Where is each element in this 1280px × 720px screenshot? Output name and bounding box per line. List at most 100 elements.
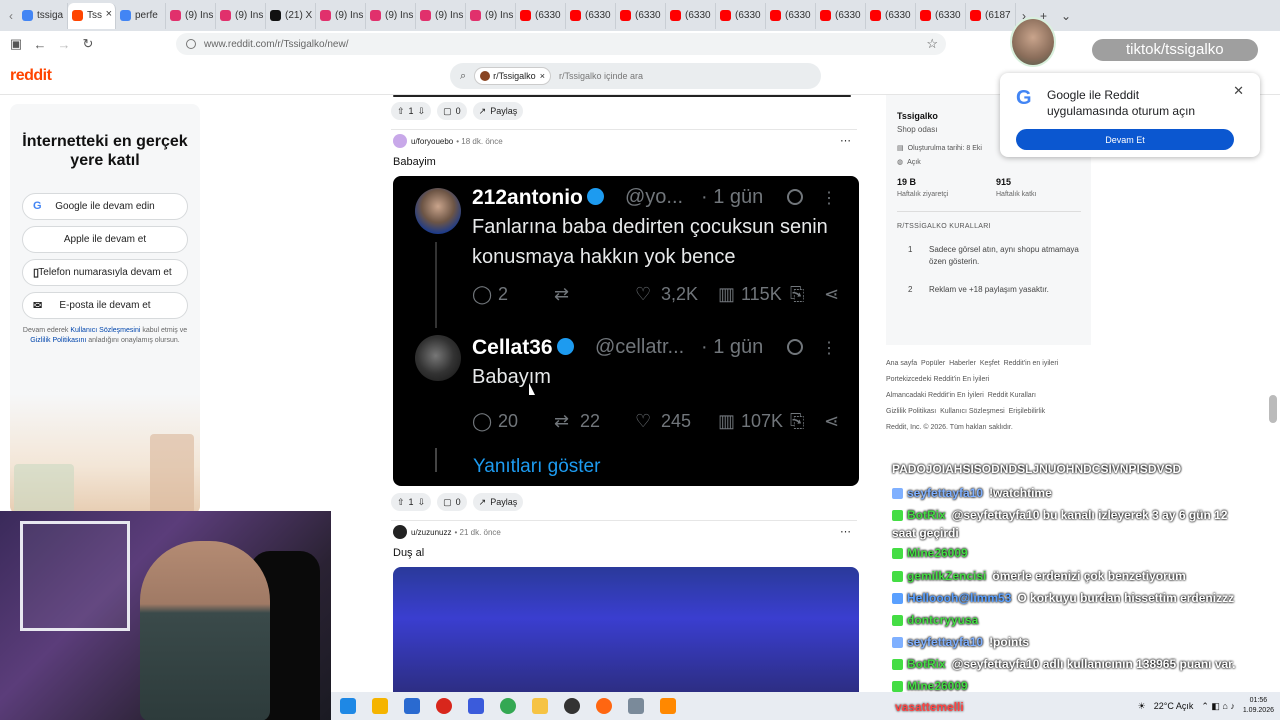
forward-icon[interactable]: → bbox=[52, 37, 76, 52]
browser-tab[interactable]: (9) Ins bbox=[366, 2, 416, 29]
app-icon[interactable] bbox=[468, 698, 484, 714]
weather-text[interactable]: 22°C Açık bbox=[1154, 701, 1194, 711]
post-title[interactable]: Duş al bbox=[393, 547, 424, 559]
footer-link[interactable]: Erişilebilirlik bbox=[1009, 408, 1046, 415]
tab-favicon-icon bbox=[72, 10, 83, 21]
footer-link[interactable]: Reddit'in en iyileri bbox=[1004, 360, 1059, 367]
browser-tab[interactable]: (9) Ins bbox=[466, 2, 516, 29]
site-info-icon[interactable] bbox=[186, 39, 196, 49]
footer-link[interactable]: Keşfet bbox=[980, 360, 1000, 367]
post-author[interactable]: u/foryouebo bbox=[411, 137, 453, 146]
search-input[interactable]: ⌕ r/Tssigalko × r/Tssigalko içinde ara bbox=[450, 63, 821, 89]
author-avatar[interactable] bbox=[393, 525, 407, 539]
tab-search-icon[interactable]: ⌄ bbox=[1061, 9, 1071, 23]
post-title[interactable]: Babayim bbox=[393, 156, 436, 168]
post-overflow-icon[interactable]: ⋯ bbox=[840, 525, 851, 538]
browser-tab[interactable]: (6330 bbox=[716, 2, 766, 29]
footer-link[interactable]: Almancadaki Reddit'in En İyileri bbox=[886, 392, 984, 399]
author-avatar[interactable] bbox=[393, 134, 407, 148]
share-button[interactable]: ↗ Paylaş bbox=[472, 493, 524, 511]
mail-app-icon[interactable] bbox=[404, 698, 420, 714]
folder-icon[interactable] bbox=[532, 698, 548, 714]
vlc-icon[interactable] bbox=[660, 698, 676, 714]
footer-link[interactable]: Gizlilik Politikası bbox=[886, 408, 936, 415]
reddit-logo[interactable]: reddit bbox=[10, 67, 52, 85]
email-login-button[interactable]: ✉ E-posta ile devam et bbox=[22, 292, 188, 319]
obs-icon[interactable] bbox=[564, 698, 580, 714]
firefox-icon[interactable] bbox=[596, 698, 612, 714]
footer-link[interactable]: Haberler bbox=[949, 360, 976, 367]
google-continue-button[interactable]: Devam Et bbox=[1016, 129, 1234, 150]
tab-favicon-icon bbox=[470, 10, 481, 21]
page-scrollbar-thumb[interactable] bbox=[1269, 395, 1277, 423]
browser-tab[interactable]: (6330 bbox=[566, 2, 616, 29]
browser-tab[interactable]: (6330 bbox=[816, 2, 866, 29]
browser-tab[interactable]: (6330 bbox=[916, 2, 966, 29]
upvote-icon[interactable]: ⇧ bbox=[397, 106, 405, 117]
share-icon: ⋖ bbox=[824, 411, 840, 431]
chat-username: BotRix bbox=[907, 657, 946, 671]
store-icon[interactable] bbox=[372, 698, 388, 714]
comments-button[interactable]: ▢ 0 bbox=[437, 493, 467, 511]
rule-item[interactable]: 1 Sadece görsel atın, aynı shopu atmamay… bbox=[897, 244, 1091, 270]
user-agreement-link[interactable]: Kullanıcı Sözleşmesini bbox=[70, 327, 140, 334]
browser-tab[interactable]: (6330 bbox=[616, 2, 666, 29]
post-time: • 18 dk. önce bbox=[456, 136, 503, 146]
webcam-overlay bbox=[0, 511, 331, 720]
footer-link[interactable]: Ana sayfa bbox=[886, 360, 917, 367]
back-icon[interactable]: ← bbox=[28, 37, 52, 52]
subreddit-chip[interactable]: r/Tssigalko × bbox=[474, 67, 551, 85]
browser-tab[interactable]: perfe bbox=[116, 2, 166, 29]
share-button[interactable]: ↗ Paylaş bbox=[472, 102, 524, 120]
downvote-icon[interactable]: ⇩ bbox=[418, 106, 426, 117]
apple-login-button[interactable]: Apple ile devam et bbox=[22, 226, 188, 253]
tab-close-icon[interactable]: × bbox=[106, 8, 112, 20]
phone-login-button[interactable]: ▯ Telefon numarasıyla devam et bbox=[22, 259, 188, 286]
post-video-thumbnail[interactable] bbox=[393, 567, 859, 695]
browser-tab[interactable]: (6187 bbox=[966, 2, 1016, 29]
google-login-button[interactable]: G Google ile devam edin bbox=[22, 193, 188, 220]
browser-tab[interactable]: (6330 bbox=[666, 2, 716, 29]
reload-icon[interactable]: ↻ bbox=[76, 36, 100, 52]
footer-link[interactable]: Portekizcedeki Reddit'in En İyileri bbox=[886, 376, 989, 383]
webcam-person bbox=[140, 541, 270, 720]
opera-icon[interactable] bbox=[436, 698, 452, 714]
footer-link[interactable]: Popüler bbox=[921, 360, 945, 367]
browser-tab[interactable]: (6330 bbox=[766, 2, 816, 29]
clock[interactable]: 01:56 1.09.2026 bbox=[1243, 696, 1274, 716]
browser-tab[interactable]: (9) Ins bbox=[166, 2, 216, 29]
rule-item[interactable]: 2 Reklam ve +18 paylaşım yasaktır. bbox=[897, 284, 1091, 298]
browser-tab[interactable]: (21) X bbox=[266, 2, 316, 29]
tab-scroll-left-icon[interactable]: ‹ bbox=[4, 9, 18, 23]
workspaces-icon[interactable]: ▣ bbox=[4, 36, 28, 52]
footer-link[interactable]: Reddit Kuralları bbox=[988, 392, 1036, 399]
browser-tab[interactable]: (6330 bbox=[516, 2, 566, 29]
browser-tab[interactable]: (9) Ins bbox=[216, 2, 266, 29]
views-icon: ▥ bbox=[718, 284, 736, 304]
tray-icons[interactable]: ⌃ ◧ ⌂ ♪ bbox=[1201, 701, 1234, 712]
address-bar[interactable]: www.reddit.com/r/Tssigalko/new/ ☆ bbox=[176, 33, 946, 55]
rule-text: Reklam ve +18 paylaşım yasaktır. bbox=[929, 285, 1049, 294]
privacy-policy-link[interactable]: Gizlilik Politikasını bbox=[30, 337, 86, 344]
bookmark-star-icon[interactable]: ☆ bbox=[926, 36, 938, 52]
downvote-icon[interactable]: ⇩ bbox=[418, 497, 426, 508]
post-image-tweet-screenshot[interactable]: 212antonio @yo... · 1 gün ⋮ Fanlarına ba… bbox=[393, 176, 859, 486]
browser-tab[interactable]: tssiga bbox=[18, 2, 68, 29]
grok-icon bbox=[787, 189, 803, 205]
post-author[interactable]: u/zuzunuzz bbox=[411, 528, 451, 537]
apple-login-label: Apple ile devam et bbox=[63, 234, 147, 245]
post-overflow-icon[interactable]: ⋯ bbox=[840, 134, 851, 147]
comments-button[interactable]: ▢ 0 bbox=[437, 102, 467, 120]
edge-icon[interactable] bbox=[340, 698, 356, 714]
mail-icon: ✉ bbox=[33, 300, 43, 312]
close-icon[interactable]: ✕ bbox=[1233, 83, 1244, 99]
chip-close-icon[interactable]: × bbox=[540, 71, 545, 81]
upvote-icon[interactable]: ⇧ bbox=[397, 497, 405, 508]
chrome-icon[interactable] bbox=[500, 698, 516, 714]
app2-icon[interactable] bbox=[628, 698, 644, 714]
footer-link[interactable]: Kullanıcı Sözleşmesi bbox=[940, 408, 1005, 415]
browser-tab[interactable]: (6330 bbox=[866, 2, 916, 29]
browser-tab[interactable]: (9) Ins bbox=[316, 2, 366, 29]
browser-tab[interactable]: (9) Ins bbox=[416, 2, 466, 29]
browser-tab[interactable]: Tss × bbox=[68, 2, 116, 29]
